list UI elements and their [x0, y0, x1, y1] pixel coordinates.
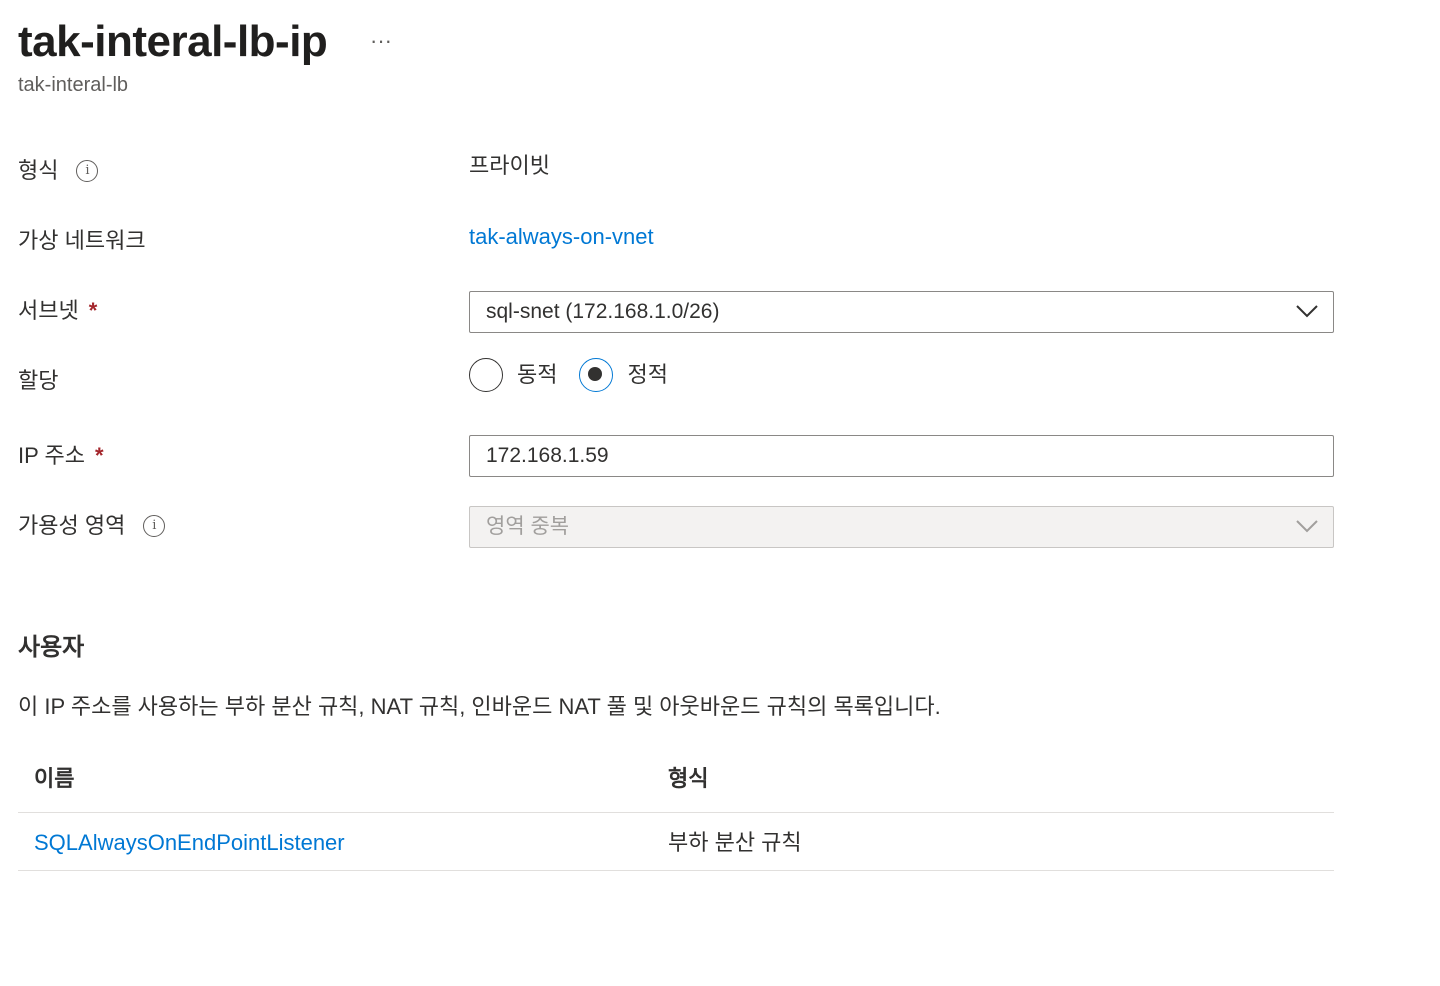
ip-label: IP 주소	[18, 443, 85, 468]
radio-static-label: 정적	[627, 362, 668, 387]
radio-static[interactable]: 정적	[579, 358, 668, 392]
assignment-label: 할당	[18, 368, 59, 393]
assignment-radio-group: 동적 정적	[469, 358, 690, 392]
ip-address-value: 172.168.1.59	[486, 444, 609, 467]
radio-static-circle[interactable]	[579, 358, 614, 392]
page-subtitle: tak-interal-lb	[18, 74, 129, 96]
users-section-description: 이 IP 주소를 사용하는 부하 분산 규칙, NAT 규칙, 인바운드 NAT…	[18, 694, 941, 719]
ip-address-input[interactable]: 172.168.1.59	[469, 435, 1334, 477]
subnet-label: 서브넷	[18, 298, 79, 323]
radio-dynamic-label: 동적	[517, 362, 558, 387]
type-value: 프라이빗	[469, 153, 550, 178]
more-icon[interactable]: ···	[366, 26, 396, 56]
required-mark: *	[88, 298, 98, 323]
zone-label-row: 가용성 영역 i	[18, 511, 166, 541]
column-header-type[interactable]: 형식	[668, 760, 1334, 812]
vnet-label-row: 가상 네트워크	[18, 226, 146, 256]
chevron-down-icon	[1296, 520, 1318, 533]
rule-link[interactable]: SQLAlwaysOnEndPointListener	[34, 830, 345, 855]
zone-dropdown: 영역 중복	[469, 506, 1334, 548]
column-header-name[interactable]: 이름	[18, 760, 668, 812]
users-table: 이름 형식 SQLAlwaysOnEndPointListener 부하 분산 …	[18, 760, 1334, 871]
ip-config-page: tak-interal-lb-ip ··· tak-interal-lb 형식 …	[0, 0, 1440, 986]
vnet-label: 가상 네트워크	[18, 228, 146, 253]
subnet-dropdown-value: sql-snet (172.168.1.0/26)	[486, 300, 720, 323]
page-title: tak-interal-lb-ip	[18, 17, 328, 66]
subnet-label-row: 서브넷 *	[18, 296, 97, 326]
type-label-row: 형식 i	[18, 156, 99, 186]
ip-label-row: IP 주소 *	[18, 441, 104, 471]
users-section-title: 사용자	[18, 634, 85, 661]
chevron-down-icon	[1296, 305, 1318, 318]
table-row: SQLAlwaysOnEndPointListener 부하 분산 규칙	[18, 813, 1334, 871]
info-icon[interactable]: i	[76, 160, 99, 182]
required-mark: *	[94, 443, 104, 468]
table-cell-type: 부하 분산 규칙	[668, 830, 802, 855]
table-header: 이름 형식	[18, 760, 1334, 813]
vnet-link[interactable]: tak-always-on-vnet	[469, 222, 654, 252]
table-cell-name: SQLAlwaysOnEndPointListener	[18, 813, 668, 870]
info-icon[interactable]: i	[143, 515, 166, 537]
subnet-dropdown[interactable]: sql-snet (172.168.1.0/26)	[469, 291, 1334, 333]
type-label: 형식	[18, 158, 59, 183]
assignment-label-row: 할당	[18, 366, 58, 396]
zone-dropdown-value: 영역 중복	[486, 515, 570, 538]
radio-dynamic[interactable]: 동적	[469, 358, 557, 392]
radio-dynamic-circle[interactable]	[469, 358, 503, 392]
zone-label: 가용성 영역	[18, 513, 126, 538]
